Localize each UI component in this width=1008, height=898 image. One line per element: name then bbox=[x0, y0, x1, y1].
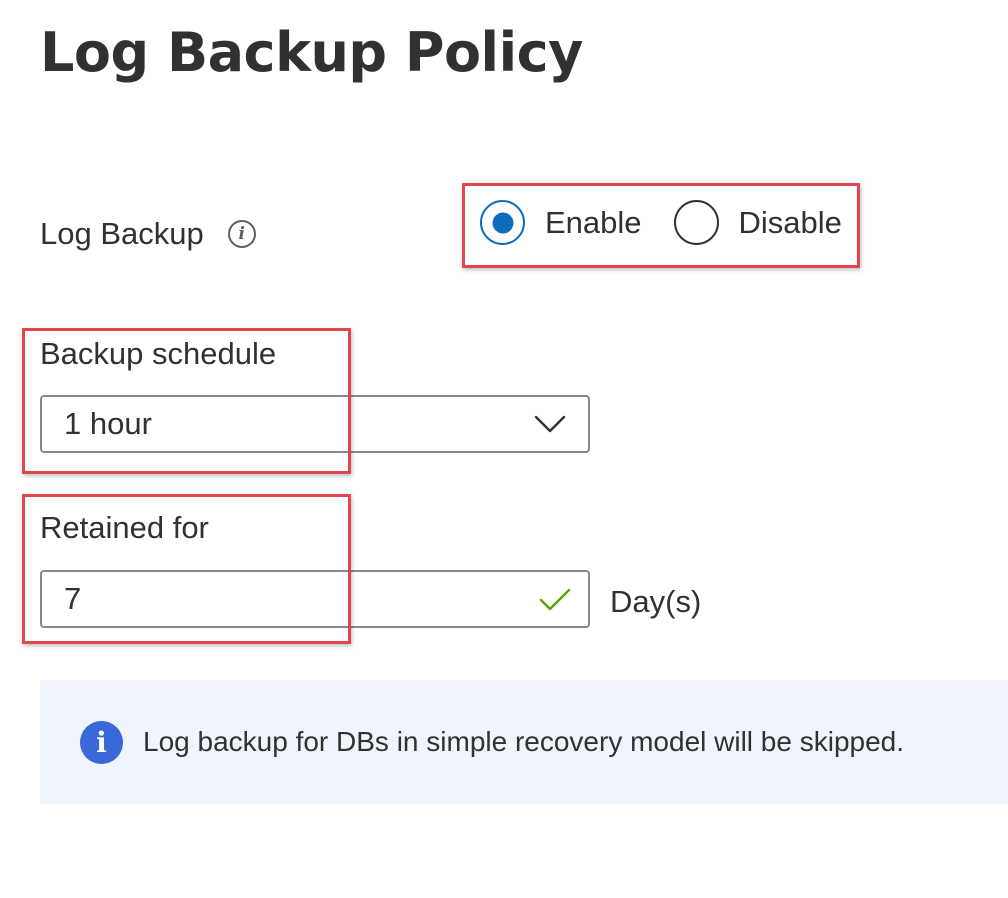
enable-radio-label[interactable]: Enable bbox=[545, 205, 642, 241]
log-backup-radio-group: Enable Disable bbox=[480, 200, 842, 245]
retention-days-input[interactable]: 7 bbox=[40, 570, 590, 628]
checkmark-icon bbox=[539, 588, 571, 611]
disable-radio[interactable]: Disable bbox=[673, 200, 842, 245]
page-title: Log Backup Policy bbox=[40, 21, 583, 84]
radio-unchecked-icon[interactable] bbox=[673, 200, 719, 245]
log-backup-policy-page: Log Backup Policy Log Backup i Enable Di… bbox=[0, 0, 1008, 898]
backup-schedule-label: Backup schedule bbox=[40, 336, 277, 371]
info-icon: i bbox=[80, 720, 123, 764]
retained-for-label: Retained for bbox=[40, 510, 209, 545]
disable-radio-label[interactable]: Disable bbox=[739, 205, 842, 241]
info-icon[interactable]: i bbox=[227, 220, 256, 248]
enable-radio[interactable]: Enable bbox=[480, 200, 642, 245]
backup-schedule-value: 1 hour bbox=[64, 406, 152, 441]
info-banner: i Log backup for DBs in simple recovery … bbox=[40, 680, 1008, 804]
radio-checked-icon[interactable] bbox=[480, 200, 525, 245]
retention-days-value: 7 bbox=[64, 581, 82, 616]
chevron-down-icon bbox=[534, 415, 566, 433]
log-backup-row: Log Backup i bbox=[40, 214, 256, 254]
info-banner-text: Log backup for DBs in simple recovery mo… bbox=[143, 726, 905, 757]
retention-units-label: Day(s) bbox=[610, 584, 702, 619]
log-backup-label: Log Backup bbox=[40, 216, 204, 251]
backup-schedule-dropdown[interactable]: 1 hour bbox=[40, 395, 590, 453]
